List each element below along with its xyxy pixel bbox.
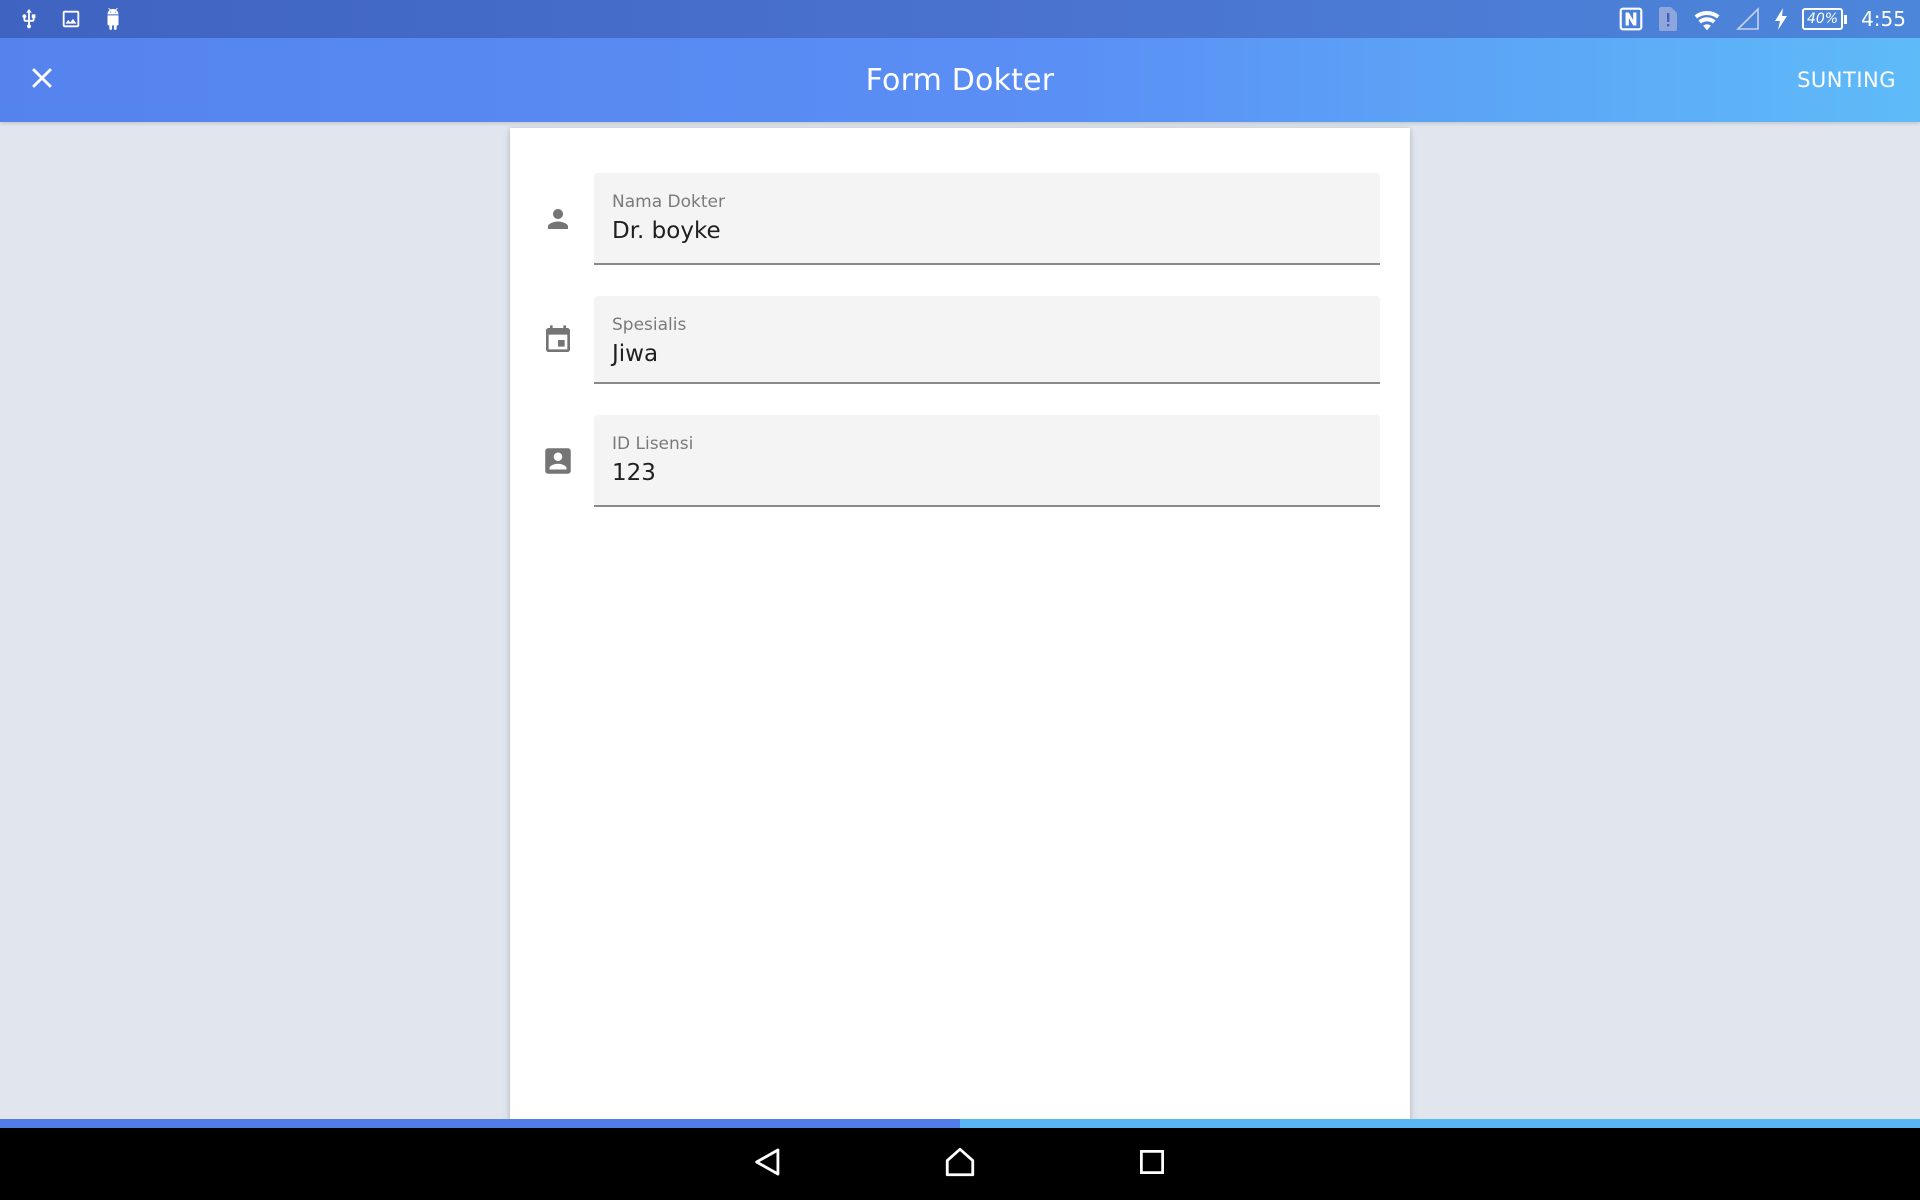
license-id-label: ID Lisensi (612, 434, 694, 454)
image-icon (60, 8, 82, 30)
specialist-value[interactable]: Jiwa (612, 338, 1362, 370)
recents-icon (1137, 1147, 1167, 1181)
license-id-value[interactable]: 123 (612, 457, 1362, 489)
status-bar: 40% 4:55 (0, 0, 1920, 38)
doctor-name-field[interactable]: Nama Dokter Dr. boyke (594, 173, 1380, 265)
specialist-field[interactable]: Spesialis Jiwa (594, 296, 1380, 384)
navigation-bar (0, 1128, 1920, 1200)
form-row-doctor-name: Nama Dokter Dr. boyke (510, 173, 1410, 265)
edit-button[interactable]: SUNTING (1797, 56, 1896, 104)
app-bar: Form Dokter SUNTING (0, 38, 1920, 122)
form-row-specialist: Spesialis Jiwa (510, 296, 1410, 384)
progress-fill (0, 1119, 960, 1128)
doctor-name-label: Nama Dokter (612, 192, 725, 212)
specialist-label: Spesialis (612, 315, 687, 335)
signal-icon (1736, 7, 1760, 31)
nfc-icon (1618, 6, 1644, 32)
sim-alert-icon (1658, 6, 1678, 32)
contact-card-icon (534, 437, 582, 485)
calendar-icon (534, 316, 582, 364)
page-title: Form Dokter (865, 62, 1055, 98)
back-button[interactable] (732, 1128, 804, 1200)
progress-bar (0, 1119, 1920, 1128)
home-button[interactable] (924, 1128, 996, 1200)
wifi-icon (1692, 7, 1722, 31)
battery-indicator: 40% (1801, 8, 1848, 30)
form-row-license-id: ID Lisensi 123 (510, 415, 1410, 507)
status-left-icons (18, 7, 144, 31)
android-debug-icon (102, 7, 124, 31)
back-icon (751, 1145, 785, 1183)
status-right-icons: 40% 4:55 (1604, 6, 1906, 32)
license-id-field[interactable]: ID Lisensi 123 (594, 415, 1380, 507)
clock: 4:55 (1861, 7, 1906, 31)
form-card: Nama Dokter Dr. boyke Spesialis Jiwa ID … (510, 128, 1410, 1120)
person-icon (534, 195, 582, 243)
home-icon (943, 1145, 977, 1183)
usb-icon (18, 7, 40, 31)
doctor-name-value[interactable]: Dr. boyke (612, 215, 1362, 247)
battery-tip (1844, 14, 1848, 24)
battery-level: 40% (1801, 8, 1844, 30)
recents-button[interactable] (1116, 1128, 1188, 1200)
charging-icon (1774, 7, 1788, 31)
